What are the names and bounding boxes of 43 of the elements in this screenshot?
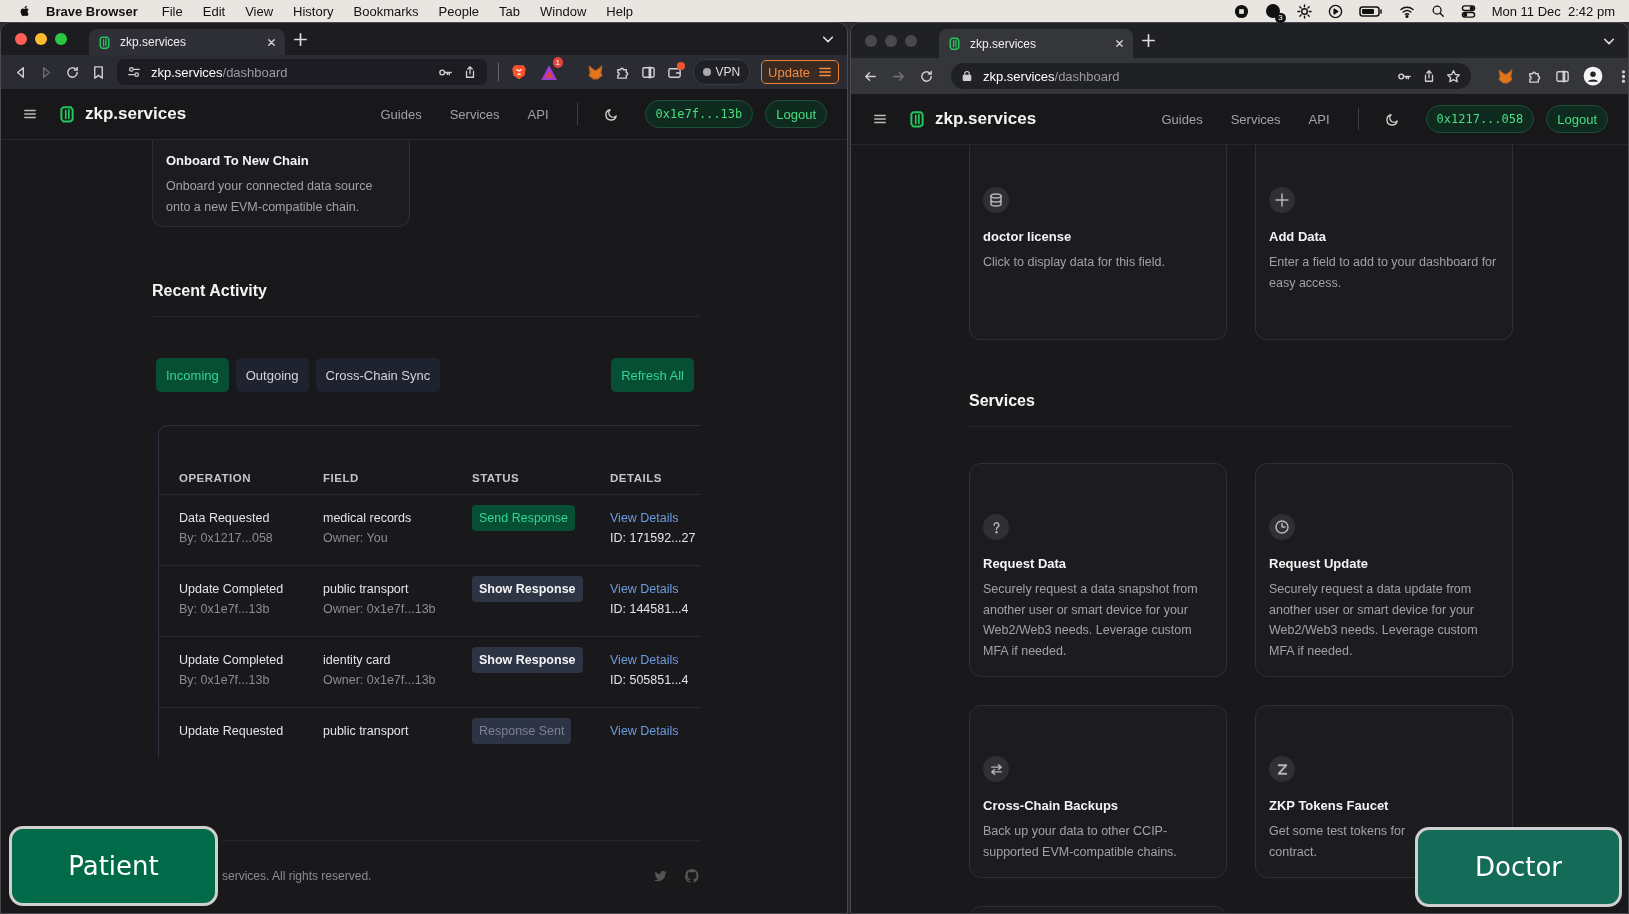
card-title: Request Update bbox=[1269, 556, 1369, 571]
card-title: Onboard To New Chain bbox=[166, 153, 310, 168]
role-overlay: Patient bbox=[9, 826, 218, 906]
owner-label: Owner: 0x1e7f...13b bbox=[323, 673, 437, 687]
card-description: Onboard your connected data source onto a new EVM-compatible chain. bbox=[166, 178, 374, 216]
card-title: Add Data bbox=[1269, 229, 1328, 244]
field-name: public transport bbox=[323, 724, 410, 738]
copyright-text: services. All rights reserved. bbox=[222, 869, 372, 883]
request-id: ID: 505851...4 bbox=[610, 673, 690, 687]
operation-name: Update Completed bbox=[179, 653, 285, 667]
field-name: identity card bbox=[323, 653, 392, 667]
request-id: ID: 144581...4 bbox=[610, 602, 690, 616]
card-description: Get some test tokens for contract. bbox=[1269, 823, 1407, 861]
section-heading: Recent Activity bbox=[152, 282, 268, 300]
column-header: FIELD bbox=[323, 472, 360, 484]
notification-count: 3 bbox=[1275, 13, 1286, 23]
card-title: doctor license bbox=[983, 229, 1073, 244]
menu-clock: Mon 11 Dec 2:42 pm bbox=[1491, 3, 1615, 19]
owner-label: Owner: 0x1e7f...13b bbox=[323, 602, 437, 616]
field-name: public transport bbox=[323, 582, 410, 596]
column-header: DETAILS bbox=[610, 472, 663, 484]
request-id: ID: 171592...27 bbox=[610, 531, 697, 545]
section-heading: Services bbox=[969, 392, 1036, 410]
column-header: STATUS bbox=[472, 472, 521, 484]
card-description: Enter a field to add to your dashboard for easy access. bbox=[1269, 254, 1498, 292]
rewards-count: 1 bbox=[552, 57, 563, 68]
card-description: Securely request a data update from another user or smart device for your Web2/Web3 needs. Leverage custom MFA if needed. bbox=[1269, 581, 1479, 660]
card-title: ZKP Tokens Faucet bbox=[1269, 798, 1390, 813]
operation-name: Update Completed bbox=[179, 582, 285, 596]
card-description: Back up your data to other CCIP- supported EVM-compatible chains. bbox=[983, 823, 1178, 861]
card-description: Click to display data for this field. bbox=[983, 254, 1167, 271]
requester-address: By: 0x1e7f...13b bbox=[179, 673, 271, 687]
field-name: medical records bbox=[323, 511, 413, 525]
requester-address: By: 0x1e7f...13b bbox=[179, 602, 271, 616]
column-header: OPERATION bbox=[179, 472, 252, 484]
card-title: Cross-Chain Backups bbox=[983, 798, 1120, 813]
operation-name: Update Requested bbox=[179, 724, 285, 738]
requester-address: By: 0x1217...058 bbox=[179, 531, 274, 545]
owner-label: Owner: You bbox=[323, 531, 389, 545]
role-overlay: Doctor bbox=[1415, 827, 1622, 907]
operation-name: Data Requested bbox=[179, 511, 271, 525]
card-description: Securely request a data snapshot from another user or smart device for your Web2/Web3 needs. Leverage custom MFA if needed. bbox=[983, 581, 1199, 660]
card-title: Request Data bbox=[983, 556, 1068, 571]
